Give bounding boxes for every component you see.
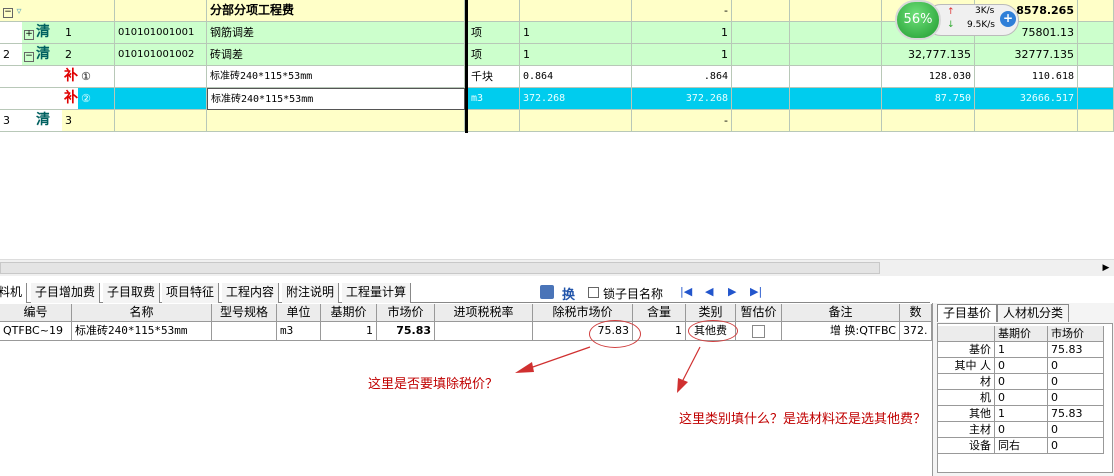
col-market: 市场价 xyxy=(1048,326,1104,342)
row-market[interactable]: 0 xyxy=(1048,390,1104,406)
base-price-table: 基期价 市场价 基价 1 75.83 其中 人 0 0 材 0 0 机 0 0 … xyxy=(937,323,1113,473)
row-label: 机 xyxy=(938,390,995,406)
row-base[interactable]: 同右 xyxy=(995,438,1048,454)
row-label: 设备 xyxy=(938,438,995,454)
row-base[interactable]: 1 xyxy=(995,342,1048,358)
row-market[interactable]: 0 xyxy=(1048,422,1104,438)
annotation-category-question: 这里类别填什么？是选材料还是选其他费？ xyxy=(679,412,927,427)
row-label: 材 xyxy=(938,374,995,390)
right-panel: 子目基价 人材机分类 基期价 市场价 基价 1 75.83 其中 人 0 0 材… xyxy=(932,303,1114,476)
row-market[interactable]: 75.83 xyxy=(1048,342,1104,358)
row-base[interactable]: 1 xyxy=(995,406,1048,422)
row-market[interactable]: 75.83 xyxy=(1048,406,1104,422)
row-label: 其他 xyxy=(938,406,995,422)
tab-base-price[interactable]: 子目基价 xyxy=(937,304,997,322)
row-base[interactable]: 0 xyxy=(995,374,1048,390)
row-label: 其中 人 xyxy=(938,358,995,374)
row-market[interactable]: 0 xyxy=(1048,374,1104,390)
row-base[interactable]: 0 xyxy=(995,358,1048,374)
row-market[interactable]: 0 xyxy=(1048,438,1104,454)
row-label: 主材 xyxy=(938,422,995,438)
tab-classification[interactable]: 人材机分类 xyxy=(997,304,1069,322)
row-market[interactable]: 0 xyxy=(1048,358,1104,374)
corner-cell xyxy=(938,326,995,342)
row-base[interactable]: 0 xyxy=(995,390,1048,406)
annotation-tax-question: 这里是否要填除税价？ xyxy=(368,377,499,392)
col-base: 基期价 xyxy=(995,326,1048,342)
row-base[interactable]: 0 xyxy=(995,422,1048,438)
row-label: 基价 xyxy=(938,342,995,358)
